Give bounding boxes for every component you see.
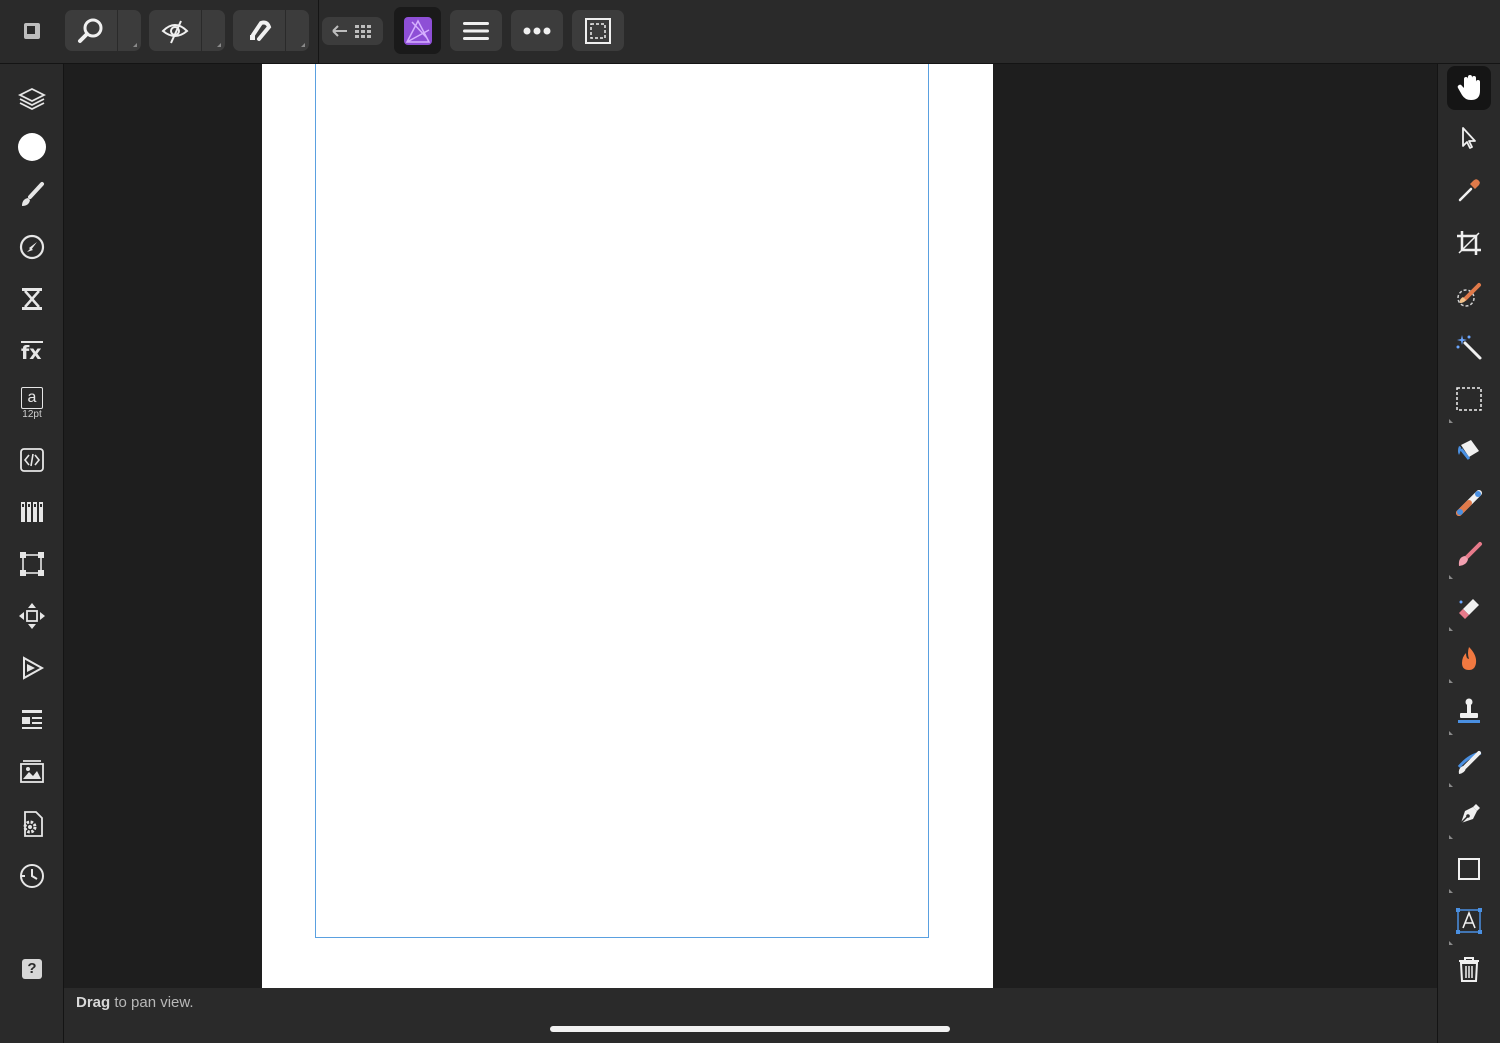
rectangle-tool-icon[interactable]	[1447, 847, 1491, 893]
tools-panel	[1437, 64, 1500, 1043]
adjustments-icon[interactable]	[10, 225, 54, 269]
tool-hint-action: Drag	[76, 994, 111, 1011]
svg-text:fx: fx	[21, 342, 42, 364]
margin-guide	[315, 64, 929, 938]
layers-icon[interactable]	[10, 77, 54, 121]
view-quality-button[interactable]	[149, 10, 225, 51]
library-icon[interactable]	[10, 698, 54, 742]
status-bar: Drag to pan view.	[64, 988, 1437, 1043]
main-menu-button[interactable]	[450, 10, 502, 51]
eye-hidden-icon	[161, 17, 189, 50]
channels-icon[interactable]	[10, 277, 54, 321]
ellipsis-icon	[523, 27, 551, 34]
delete-icon[interactable]	[1447, 947, 1491, 991]
move-tool-icon[interactable]	[1447, 116, 1491, 160]
more-options-button[interactable]	[511, 10, 563, 51]
settings-icon[interactable]	[10, 802, 54, 846]
fill-tool-icon[interactable]	[1447, 429, 1491, 473]
magnet-icon	[245, 17, 273, 50]
canvas-area[interactable]	[64, 64, 1437, 988]
macro-icon[interactable]	[10, 646, 54, 690]
magnifier-icon	[77, 17, 105, 50]
top-toolbar	[0, 0, 1500, 64]
stock-icon[interactable]	[10, 438, 54, 482]
selection-button[interactable]	[572, 10, 624, 51]
flood-select-tool-icon[interactable]	[1447, 325, 1491, 369]
zoom-button[interactable]	[65, 10, 141, 51]
home-indicator[interactable]	[550, 1026, 950, 1032]
affinity-photo-icon	[403, 16, 432, 45]
back-to-gallery-button[interactable]	[322, 17, 383, 45]
studio-panel-bar: fx a 12pt ?	[0, 64, 64, 1043]
view-tool-hand-icon[interactable]	[1447, 66, 1491, 110]
back-grid-icon	[331, 25, 371, 38]
text-size-label: 12pt	[22, 408, 42, 420]
paint-brush-tool-icon[interactable]	[1447, 533, 1491, 579]
assets-icon[interactable]	[10, 750, 54, 794]
selection-brush-tool-icon[interactable]	[1447, 273, 1491, 317]
text-style-glyph: a	[21, 386, 43, 409]
gradient-tool-icon[interactable]	[1447, 481, 1491, 525]
clone-tool-icon[interactable]	[1447, 689, 1491, 735]
crop-tool-icon[interactable]	[1447, 221, 1491, 265]
document-icon[interactable]	[10, 9, 54, 53]
pen-tool-icon[interactable]	[1447, 793, 1491, 839]
colour-picker-tool-icon[interactable]	[1447, 168, 1491, 212]
fx-icon[interactable]: fx	[10, 329, 54, 373]
transform-icon[interactable]	[10, 542, 54, 586]
help-glyph: ?	[22, 959, 42, 979]
burn-tool-icon[interactable]	[1447, 637, 1491, 683]
marquee-select-icon	[585, 17, 611, 44]
text-style-icon[interactable]: a 12pt	[10, 381, 54, 425]
artistic-text-tool-icon[interactable]	[1447, 899, 1491, 945]
smudge-tool-icon[interactable]	[1447, 741, 1491, 787]
erase-brush-tool-icon[interactable]	[1447, 585, 1491, 631]
brushes-icon[interactable]	[10, 173, 54, 217]
history-icon[interactable]	[10, 854, 54, 898]
tool-hint-text: to pan view.	[110, 994, 194, 1011]
document-page[interactable]	[262, 64, 993, 988]
navigator-icon[interactable]	[10, 594, 54, 638]
tool-hint: Drag to pan view.	[76, 994, 194, 1011]
help-icon[interactable]: ?	[10, 947, 54, 991]
marquee-tool-icon[interactable]	[1447, 377, 1491, 423]
hamburger-icon	[463, 21, 489, 40]
persona-photo-button[interactable]	[394, 7, 441, 54]
snapping-button[interactable]	[233, 10, 309, 51]
swatches-icon[interactable]	[10, 490, 54, 534]
colour-icon[interactable]	[10, 125, 54, 169]
